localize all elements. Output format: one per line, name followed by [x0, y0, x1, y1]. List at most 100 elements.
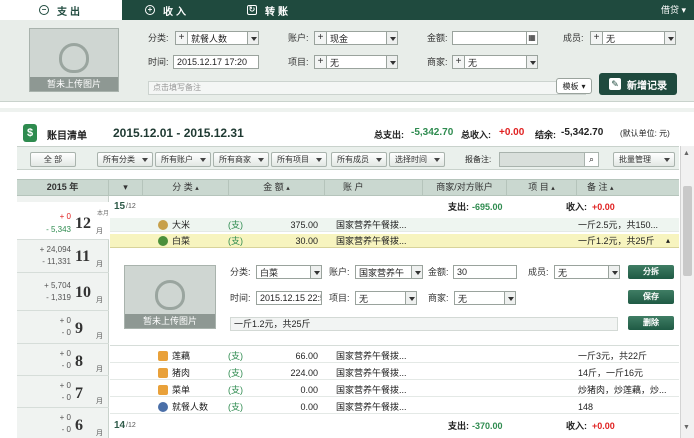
amount-input[interactable]: 30 [453, 265, 517, 279]
table-row[interactable]: 大米 (支) 375.00 国家营养午餐拨... 一斤2.5元，共150... [110, 218, 679, 232]
category-select[interactable]: + 就餐人数 [175, 31, 259, 45]
lotus-root-icon [158, 351, 168, 361]
scroll-down-icon[interactable]: ▼ [683, 424, 690, 431]
year-header[interactable]: 2015 年 [17, 180, 109, 195]
loan-button[interactable]: 借贷 ▾ [661, 0, 686, 20]
month-12[interactable]: + 0 - 5,343 本月 12 月 [17, 202, 109, 240]
tab-expense[interactable]: − 支出 [0, 0, 122, 20]
amount-input[interactable]: ▦ [452, 31, 538, 45]
sort-icon: ▴ [286, 185, 290, 192]
time-filter[interactable]: 选择时间 [389, 152, 445, 167]
scroll-up-icon[interactable]: ▲ [683, 150, 690, 157]
calculator-icon[interactable]: ▦ [526, 32, 537, 44]
photo-upload[interactable]: 暂未上传图片 [29, 28, 119, 92]
chevron-down-icon[interactable] [608, 266, 619, 278]
month-11[interactable]: + 24,094 - 11,331 11 月 [17, 240, 109, 273]
project-header[interactable]: 项 目 ▴ [507, 180, 577, 195]
note-search-input[interactable] [499, 152, 585, 167]
type-tab-bar: − 支出 + 收入 ↻ 转账 借贷 ▾ [0, 0, 694, 20]
month-7[interactable]: + 0 - 0 7 月 [17, 376, 109, 408]
date-range: 2015.12.01 - 2015.12.31 [113, 126, 244, 140]
dollar-icon: $ [23, 124, 37, 142]
day-header-14: 14 /12 支出: -370.00 收入: +0.00 [114, 420, 615, 431]
rice-icon [158, 220, 168, 230]
chevron-down-icon[interactable] [247, 32, 258, 44]
account-select[interactable]: + 现金 [314, 31, 398, 45]
merchant-header[interactable]: 商家/对方账户 [423, 180, 507, 195]
add-record-button[interactable]: ✎ 新增记录 [599, 73, 677, 95]
member-select[interactable]: 无 [554, 265, 620, 279]
template-button[interactable]: 模板 ▾ [556, 78, 592, 94]
chevron-down-icon[interactable] [386, 32, 397, 44]
plus-icon[interactable]: + [591, 32, 603, 44]
unit-note: (默认单位: 元) [620, 129, 670, 138]
month-8[interactable]: + 0 - 0 8 月 [17, 344, 109, 376]
merchant-select[interactable]: + 无 [452, 55, 538, 69]
photo-upload[interactable]: 暂未上传图片 [124, 265, 216, 329]
balance: -5,342.70 [561, 127, 604, 138]
save-button[interactable]: 保存 [628, 290, 674, 304]
amount-header[interactable]: 金 额 ▴ [229, 180, 325, 195]
sort-down-icon[interactable]: ▾ [109, 180, 143, 195]
search-icon[interactable]: ⌕ [584, 152, 599, 167]
plus-icon[interactable]: + [453, 56, 465, 68]
project-select[interactable]: + 无 [314, 55, 398, 69]
member-filter[interactable]: 所有成员 [331, 152, 387, 167]
chevron-down-icon[interactable] [386, 56, 397, 68]
all-button[interactable]: 全 部 [30, 152, 76, 167]
filter-bar: 全 部 所有分类 所有账户 所有商家 所有项目 所有成员 选择时间 报备注: ⌕… [17, 146, 679, 170]
category-select[interactable]: 白菜 [256, 265, 322, 279]
project-select[interactable]: 无 [355, 291, 417, 305]
chevron-down-icon[interactable] [310, 266, 321, 278]
scrollbar[interactable]: ▲ ▼ [680, 146, 694, 438]
time-input[interactable]: 2015.12.15 22:5 [256, 291, 322, 305]
collapse-icon[interactable]: ▴ [666, 234, 670, 248]
month-6[interactable]: + 0 - 0 6 月 [17, 408, 109, 438]
note-header[interactable]: 备 注 ▴ [577, 180, 679, 195]
chevron-down-icon: ▾ [681, 5, 686, 15]
pork-icon [158, 368, 168, 378]
scrollbar-thumb[interactable] [683, 186, 692, 276]
chevron-down-icon[interactable] [664, 32, 675, 44]
batch-manage-button[interactable]: 批量管理 [613, 152, 675, 167]
account-select[interactable]: 国家营养午 [355, 265, 423, 279]
tab-income[interactable]: + 收入 [130, 0, 204, 20]
account-filter[interactable]: 所有账户 [155, 152, 211, 167]
table-row[interactable]: 猪肉 (支) 224.00 国家营养午餐拨... 14斤，一斤16元 [110, 366, 679, 380]
chevron-down-icon[interactable] [411, 266, 422, 278]
total-income: +0.00 [499, 127, 525, 138]
plus-icon[interactable]: + [315, 56, 327, 68]
chevron-down-icon: ▾ [581, 81, 586, 91]
chevron-down-icon[interactable] [405, 292, 416, 304]
split-button[interactable]: 分拆 [628, 265, 674, 279]
month-10[interactable]: + 5,704 - 1,319 10 月 [17, 273, 109, 311]
merchant-select[interactable]: 无 [454, 291, 516, 305]
month-9[interactable]: + 0 - 0 9 月 [17, 311, 109, 344]
table-row[interactable]: 菜单 (支) 0.00 国家营养午餐拨... 炒猪肉，炒莲藕，炒... [110, 383, 679, 397]
category-header[interactable]: 分 类 ▴ [143, 180, 229, 195]
add-record-icon: ✎ [609, 78, 621, 90]
cabbage-icon [158, 236, 168, 246]
category-filter[interactable]: 所有分类 [97, 152, 153, 167]
new-record-form: 暂未上传图片 分类: + 就餐人数 账户: + 现金 金额: ▦ 成员: + 无 时间… [0, 20, 694, 102]
table-row-selected[interactable]: 白菜 (支) 30.00 国家营养午餐拨... 一斤1.2元，共25斤 ▴ [110, 234, 679, 248]
ledger-summary: $ 账目清单 2015.12.01 - 2015.12.31 总支出: -5,3… [17, 122, 679, 144]
delete-button[interactable]: 删除 [628, 316, 674, 330]
sort-icon: ▴ [610, 185, 614, 192]
member-select[interactable]: + 无 [590, 31, 676, 45]
month-timeline: + 0 - 5,343 本月 12 月 + 24,094 - 11,331 11… [17, 196, 109, 438]
plus-icon[interactable]: + [315, 32, 327, 44]
account-header[interactable]: 账 户 [325, 180, 423, 195]
chevron-down-icon[interactable] [526, 56, 537, 68]
divider [0, 104, 694, 118]
merchant-filter[interactable]: 所有商家 [213, 152, 269, 167]
plus-icon[interactable]: + [176, 32, 188, 44]
note-input[interactable]: 点击填写备注 [148, 81, 586, 95]
tab-transfer[interactable]: ↻ 转账 [232, 0, 306, 20]
note-input[interactable]: 一斤1.2元，共25斤 [230, 317, 618, 331]
chevron-down-icon[interactable] [504, 292, 515, 304]
table-row[interactable]: 就餐人数 (支) 0.00 国家营养午餐拨... 148 [110, 400, 679, 414]
project-filter[interactable]: 所有项目 [271, 152, 327, 167]
table-row[interactable]: 莲藕 (支) 66.00 国家营养午餐拨... 一斤3元，共22斤 [110, 349, 679, 363]
time-input[interactable]: 2015.12.17 17:20 [173, 55, 259, 69]
